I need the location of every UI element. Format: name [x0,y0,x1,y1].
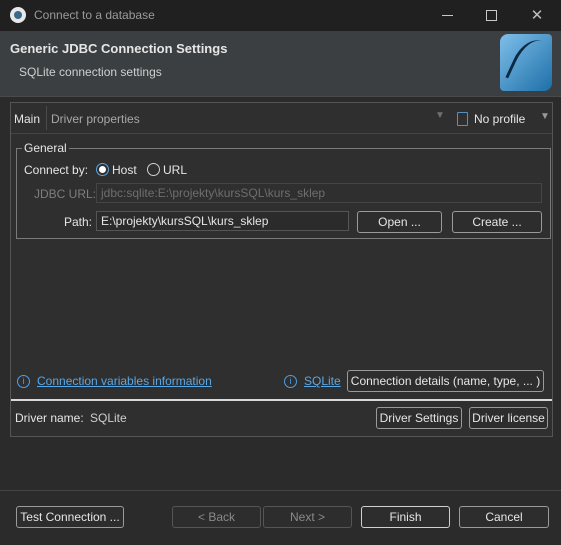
tab-main[interactable]: Main [14,112,40,126]
connect-by-label: Connect by: [24,163,89,177]
close-button[interactable]: ✕ [515,0,559,31]
path-input[interactable]: E:\projekty\kursSQL\kurs_sklep [96,211,349,231]
jdbc-url-field: jdbc:sqlite:E:\projekty\kursSQL\kurs_skl… [96,183,542,203]
open-button[interactable]: Open ... [357,211,442,233]
dialog-title: Generic JDBC Connection Settings [10,41,228,56]
connection-details-button[interactable]: Connection details (name, type, ... ) [347,370,544,392]
info-icon: i [284,375,297,388]
chevron-down-icon[interactable]: ▼ [540,111,550,122]
minimize-button[interactable] [426,0,470,31]
url-radio[interactable] [147,163,160,176]
profile-selector[interactable]: No profile [474,112,525,126]
maximize-button[interactable] [470,0,514,31]
host-radio-label[interactable]: Host [112,163,137,177]
dbeaver-app-icon [10,7,26,23]
settings-panel: Main Driver properties ▼ No profile ▼ Ge… [10,102,553,437]
next-button[interactable]: Next > [263,506,352,528]
back-button[interactable]: < Back [172,506,261,528]
title-bar: Connect to a database ✕ [0,0,561,32]
driver-license-button[interactable]: Driver license [469,407,548,429]
driver-name-label: Driver name: [15,411,84,425]
dialog-header: Generic JDBC Connection Settings SQLite … [0,31,561,97]
footer-divider [0,490,561,491]
document-icon [457,112,468,126]
info-icon: i [17,375,30,388]
sqlite-feather-logo-icon [500,33,554,91]
test-connection-button[interactable]: Test Connection ... [16,506,124,528]
jdbc-url-label: JDBC URL: [34,187,97,201]
general-legend: General [22,141,69,155]
driver-settings-button[interactable]: Driver Settings [376,407,462,429]
window-title: Connect to a database [34,8,155,22]
maximize-icon [486,10,497,21]
connection-variables-link[interactable]: Connection variables information [37,374,212,388]
tab-driver-properties[interactable]: Driver properties ▼ [46,106,447,130]
dialog-subtitle: SQLite connection settings [19,65,162,79]
url-radio-label[interactable]: URL [163,163,187,177]
tab-driver-properties-label: Driver properties [51,112,140,126]
chevron-down-icon: ▼ [435,110,445,121]
divider [11,399,552,401]
sqlite-link[interactable]: SQLite [304,374,341,388]
general-group: General Connect by: Host URL JDBC URL: j… [16,141,551,239]
minimize-icon [442,15,453,16]
tab-row: Main Driver properties ▼ No profile ▼ [11,103,552,134]
cancel-button[interactable]: Cancel [459,506,549,528]
finish-button[interactable]: Finish [361,506,450,528]
path-label: Path: [64,215,93,229]
create-button[interactable]: Create ... [452,211,542,233]
host-radio[interactable] [96,163,109,176]
driver-name-value: SQLite [90,411,127,425]
